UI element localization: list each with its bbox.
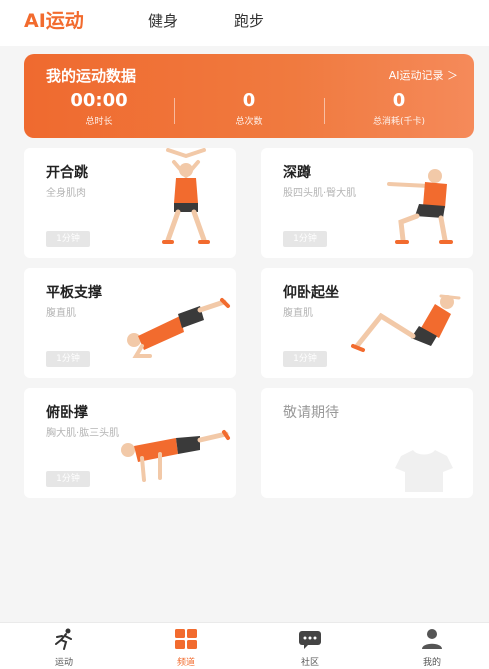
exercise-name: 平板支撑: [46, 285, 102, 301]
tab-ai-sport[interactable]: AI运动: [24, 6, 84, 33]
stat-value: 0: [242, 90, 256, 111]
exercise-muscle: 股四头肌·臀大肌: [283, 188, 357, 199]
shirt-icon: [395, 450, 453, 492]
exercise-name: 俯卧撑: [46, 405, 88, 421]
nav-item-mine[interactable]: 我的: [392, 623, 472, 669]
stat-label: 总次数: [235, 117, 263, 127]
runner-icon: [55, 628, 72, 650]
stat-value: 00:00: [70, 90, 128, 111]
tab-running[interactable]: 跑步: [234, 10, 264, 31]
stat-label: 总时长: [85, 117, 113, 127]
plank-figure: [127, 298, 230, 358]
exercise-name: 仰卧起坐: [283, 285, 339, 301]
nav-item-sport[interactable]: 运动: [24, 623, 104, 669]
exercise-card-situp[interactable]: 仰卧起坐 腹直肌 1分钟: [261, 268, 473, 378]
exercise-muscle: 胸大肌·肱三头肌: [46, 428, 120, 439]
exercise-muscle: 全身肌肉: [46, 188, 86, 199]
tab-fitness[interactable]: 健身: [148, 10, 178, 31]
situp-figure: [351, 294, 461, 352]
exercise-duration-badge: 1分钟: [283, 231, 327, 247]
exercise-duration-badge: 1分钟: [46, 231, 90, 247]
stats-title: 我的运动数据: [46, 67, 137, 85]
exercise-card-pushup[interactable]: 俯卧撑 胸大肌·肱三头肌 1分钟: [24, 388, 236, 498]
grid-icon: [175, 629, 197, 649]
coming-soon-card: 敬请期待: [261, 388, 473, 498]
pushup-figure: [121, 430, 230, 482]
stat-label: 总消耗(千卡): [372, 117, 426, 127]
exercise-muscle: 腹直肌: [46, 308, 76, 319]
nav-label: 我的: [422, 658, 441, 668]
stat-total-calories: 0 总消耗(千卡): [324, 90, 474, 127]
person-icon: [422, 629, 442, 649]
jumping-jack-figure: [162, 148, 210, 244]
exercise-duration-badge: 1分钟: [46, 471, 90, 487]
nav-label: 频道: [176, 658, 195, 668]
exercise-muscle: 腹直肌: [283, 308, 313, 319]
stat-total-duration: 00:00 总时长: [24, 90, 174, 127]
exercise-card-squat[interactable]: 深蹲 股四头肌·臀大肌 1分钟: [261, 148, 473, 258]
ai-sport-record-link[interactable]: AI运动记录 ＞: [389, 67, 458, 83]
exercise-name: 开合跳: [46, 165, 88, 181]
exercise-name: 深蹲: [283, 165, 311, 181]
exercise-duration-badge: 1分钟: [46, 351, 90, 367]
stat-value: 0: [392, 90, 406, 111]
exercise-card-plank[interactable]: 平板支撑 腹直肌 1分钟: [24, 268, 236, 378]
exercise-card-jumping-jack[interactable]: 开合跳 全身肌肉 1分钟: [24, 148, 236, 258]
stat-total-count: 0 总次数: [174, 90, 324, 127]
sport-stats-banner: 我的运动数据 AI运动记录 ＞ 00:00 总时长 0 总次数 0 总消耗(千卡…: [24, 54, 474, 138]
coming-soon-label: 敬请期待: [283, 405, 339, 421]
nav-item-community[interactable]: 社区: [270, 623, 350, 669]
nav-label: 社区: [300, 658, 319, 668]
bottom-nav: 运动 频道 社区 我的: [0, 622, 489, 669]
chat-icon: [299, 631, 321, 649]
nav-item-channel[interactable]: 频道: [146, 623, 226, 669]
squat-figure: [387, 169, 453, 244]
top-tab-bar: AI运动 健身 跑步: [0, 0, 489, 46]
nav-label: 运动: [54, 658, 73, 668]
exercise-duration-badge: 1分钟: [283, 351, 327, 367]
